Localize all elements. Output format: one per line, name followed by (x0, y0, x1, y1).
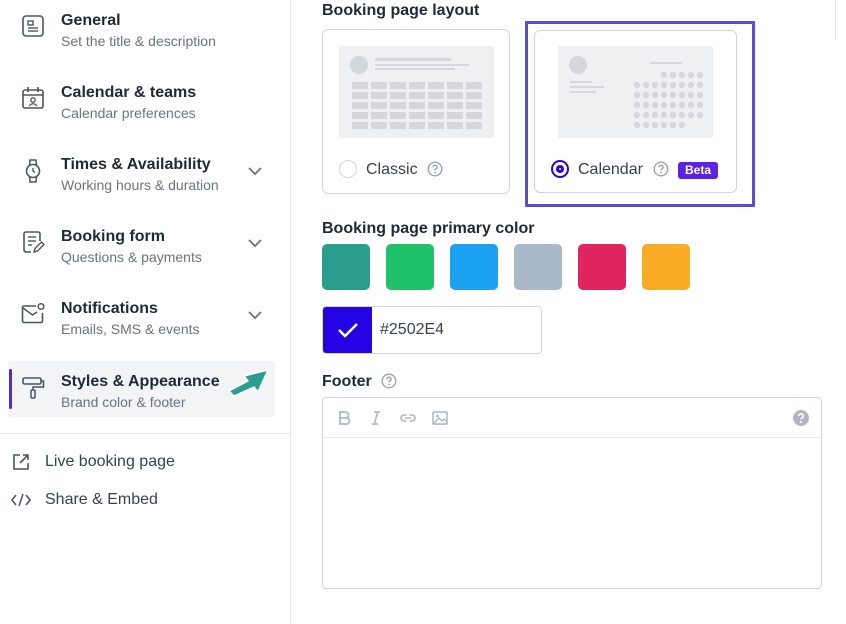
color-swatch[interactable] (514, 244, 562, 290)
sidebar-divider (0, 433, 291, 434)
link-icon[interactable] (399, 409, 417, 427)
color-swatch[interactable] (642, 244, 690, 290)
classic-radio[interactable] (339, 160, 357, 178)
image-icon[interactable] (431, 409, 449, 427)
sidebar-item-title: Times & Availability (61, 156, 211, 173)
link-label: Live booking page (45, 453, 175, 470)
color-swatch[interactable] (322, 244, 370, 290)
custom-color-field[interactable]: #2502E4 (322, 306, 542, 354)
sidebar-item-title: Calendar & teams (61, 84, 197, 101)
footer-editor[interactable] (322, 397, 822, 589)
classic-layout-preview (339, 46, 494, 138)
color-section-label: Booking page primary color (322, 220, 535, 237)
editor-toolbar (323, 398, 821, 438)
italic-icon[interactable] (367, 409, 385, 427)
sidebar-item-notifications[interactable]: Notifications Emails, SMS & events (8, 288, 275, 344)
sidebar-item-subtitle: Brand color & footer (61, 394, 186, 410)
classic-label: Classic (366, 161, 418, 178)
sidebar-item-title: General (61, 12, 121, 29)
active-indicator (9, 369, 12, 409)
sidebar-item-times-availability[interactable]: Times & Availability Working hours & dur… (8, 144, 275, 200)
external-link-icon (13, 454, 29, 470)
bold-icon[interactable] (335, 409, 353, 427)
sidebar-item-title: Notifications (61, 300, 158, 317)
sidebar-item-calendar-teams[interactable]: Calendar & teams Calendar preferences (8, 72, 275, 128)
selected-color-chip[interactable] (323, 307, 372, 353)
form-edit-icon (23, 231, 45, 254)
help-icon[interactable] (381, 373, 397, 389)
sidebar-item-subtitle: Questions & payments (61, 249, 202, 265)
color-swatch[interactable] (450, 244, 498, 290)
pointer-arrow-icon (228, 369, 269, 397)
color-swatch[interactable] (386, 244, 434, 290)
code-icon (10, 493, 32, 507)
watch-icon (25, 159, 41, 183)
calendar-user-icon (22, 87, 44, 109)
paint-roller-icon (22, 377, 45, 399)
sidebar-item-title: Styles & Appearance (61, 373, 220, 390)
sidebar-item-subtitle: Emails, SMS & events (61, 321, 200, 337)
scroll-edge (835, 0, 846, 40)
selection-highlight-box (525, 21, 755, 207)
settings-sidebar: General Set the title & description Cale… (0, 0, 291, 624)
layout-section-label: Booking page layout (322, 2, 480, 19)
help-icon[interactable] (792, 409, 810, 427)
color-swatch[interactable] (578, 244, 626, 290)
check-icon (337, 323, 358, 338)
chevron-down-icon[interactable] (246, 306, 264, 324)
live-booking-page-link[interactable]: Live booking page (10, 450, 175, 474)
link-label: Share & Embed (45, 491, 158, 508)
sidebar-item-subtitle: Calendar preferences (61, 105, 196, 121)
chevron-down-icon[interactable] (246, 162, 264, 180)
chevron-down-icon[interactable] (246, 234, 264, 252)
share-embed-link[interactable]: Share & Embed (10, 488, 158, 512)
sidebar-item-booking-form[interactable]: Booking form Questions & payments (8, 216, 275, 272)
color-hex-input[interactable]: #2502E4 (380, 321, 444, 339)
document-icon (22, 15, 44, 37)
sidebar-item-subtitle: Working hours & duration (61, 177, 219, 193)
footer-label: Footer (322, 373, 372, 390)
mail-notification-icon (21, 302, 45, 324)
layout-option-classic[interactable]: Classic (322, 29, 510, 194)
sidebar-item-title: Booking form (61, 228, 165, 245)
sidebar-item-general[interactable]: General Set the title & description (8, 0, 275, 56)
help-icon[interactable] (427, 161, 443, 177)
sidebar-item-subtitle: Set the title & description (61, 33, 216, 49)
